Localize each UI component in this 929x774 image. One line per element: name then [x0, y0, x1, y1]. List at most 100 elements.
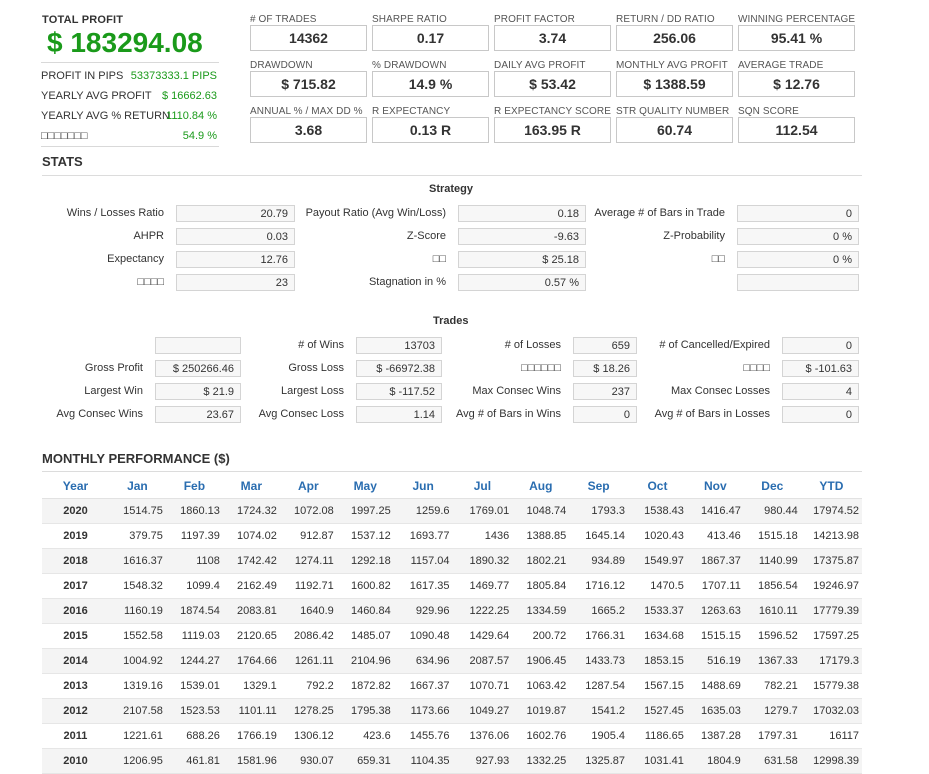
value-cell: 1523.53 [165, 698, 223, 724]
summary-divider [41, 146, 219, 147]
trade-label: Avg Consec Loss [258, 408, 344, 420]
value-cell: 1173.66 [393, 698, 453, 724]
value-cell: 1764.66 [222, 648, 280, 674]
value-cell: 634.96 [393, 648, 453, 674]
column-header: Year [42, 474, 109, 499]
metric-trades: # OF TRADES 14362 [250, 14, 367, 60]
table-row: 2019 379.75 1197.39 1074.02 912.87 1537.12 169… [42, 523, 862, 549]
value-cell: 1539.01 [165, 673, 223, 699]
metric-value: 14362 [250, 25, 367, 51]
trade-label: Largest Loss [281, 385, 344, 397]
value-cell: 1640.9 [279, 598, 337, 624]
stat-label: Payout Ratio (Avg Win/Loss) [305, 207, 446, 219]
value-cell: 1244.27 [165, 648, 223, 674]
trade-label: □□□□ [743, 362, 770, 374]
trade-value: 659 [573, 337, 637, 354]
value-cell: 1515.18 [743, 523, 801, 549]
metric-str-quality-number: STR QUALITY NUMBER 60.74 [616, 106, 733, 152]
value-cell: 934.89 [569, 548, 629, 574]
stat-value: 0.03 [176, 228, 295, 245]
summary-row-value: 1110.84 % [166, 110, 217, 122]
value-cell: 1416.47 [686, 498, 744, 524]
trade-label: Avg Consec Wins [56, 408, 143, 420]
value-cell: 1460.84 [336, 598, 394, 624]
column-header: Feb [165, 474, 223, 499]
year-cell: 2012 [42, 698, 109, 724]
value-cell: 1263.63 [686, 598, 744, 624]
value-cell: 200.72 [512, 623, 570, 649]
metric-percent-drawdown: % DRAWDOWN 14.9 % [372, 60, 489, 106]
stat-label: □□□□ [137, 276, 164, 288]
value-cell: 1856.54 [743, 573, 801, 599]
summary-row-yearly-avg-return: YEARLY AVG % RETURN 1110.84 % [41, 108, 217, 124]
value-cell: 1665.2 [569, 598, 629, 624]
value-cell: 1549.97 [628, 548, 687, 574]
value-cell: 1048.74 [512, 498, 570, 524]
table-row: 2010 1206.95 461.81 1581.96 930.07 659.31 1104… [42, 748, 862, 774]
value-cell: 1279.7 [743, 698, 801, 724]
metric-label: DRAWDOWN [250, 60, 313, 71]
year-cell: 2014 [42, 648, 109, 674]
table-row: 2011 1221.61 688.26 1766.19 1306.12 423.6 1455… [42, 723, 862, 749]
value-cell: 1104.35 [393, 748, 453, 774]
metric-label: ANNUAL % / MAX DD % [250, 106, 363, 117]
value-cell: 1334.59 [512, 598, 570, 624]
value-cell: 1867.37 [686, 548, 744, 574]
trade-label: Gross Loss [288, 362, 344, 374]
value-cell: 19246.97 [800, 573, 862, 599]
summary-row-value: $ 16662.63 [161, 90, 217, 102]
trade-label: # of Cancelled/Expired [659, 339, 770, 351]
value-cell: 1020.43 [628, 523, 687, 549]
trade-value: 0 [573, 406, 637, 423]
value-cell: 15779.38 [800, 673, 862, 699]
stat-label: □□ [432, 253, 446, 265]
value-cell: 792.2 [279, 673, 337, 699]
trade-value: 13703 [356, 337, 442, 354]
metric-value: $ 1388.59 [616, 71, 733, 97]
value-cell: 1004.92 [108, 648, 166, 674]
value-cell: 1119.03 [165, 623, 223, 649]
metric-value: $ 53.42 [494, 71, 611, 97]
value-cell: 980.44 [743, 498, 801, 524]
year-cell: 2016 [42, 598, 109, 624]
column-header: Mar [222, 474, 280, 499]
trade-value: 0 [782, 337, 859, 354]
value-cell: 1329.1 [222, 673, 280, 699]
value-cell: 930.07 [279, 748, 337, 774]
value-cell: 1376.06 [452, 723, 513, 749]
value-cell: 1387.28 [686, 723, 744, 749]
metric-label: SHARPE RATIO [372, 14, 447, 25]
value-cell: 1436 [452, 523, 513, 549]
value-cell: 1552.58 [108, 623, 166, 649]
value-cell: 16117 [800, 723, 862, 749]
trade-label: Avg # of Bars in Losses [654, 408, 770, 420]
stat-label: Wins / Losses Ratio [66, 207, 164, 219]
value-cell: 1192.71 [279, 573, 337, 599]
summary-row-value: 54.9 % [182, 130, 217, 142]
value-cell: 1261.11 [279, 648, 337, 674]
metric-value: 14.9 % [372, 71, 489, 97]
trade-label: Avg # of Bars in Wins [456, 408, 561, 420]
value-cell: 17375.87 [800, 548, 862, 574]
monthly-section-title: MONTHLY PERFORMANCE ($) [42, 451, 230, 466]
metric-value: 0.13 R [372, 117, 489, 143]
value-cell: 1433.73 [569, 648, 629, 674]
value-cell: 1070.71 [452, 673, 513, 699]
value-cell: 1997.25 [336, 498, 394, 524]
value-cell: 1610.11 [743, 598, 801, 624]
trade-value: $ -101.63 [782, 360, 859, 377]
stat-value: 0.18 [458, 205, 586, 222]
year-cell: 2010 [42, 748, 109, 774]
value-cell: 927.93 [452, 748, 513, 774]
value-cell: 1537.12 [336, 523, 394, 549]
column-header: YTD [800, 474, 862, 499]
metric-label: DAILY AVG PROFIT [494, 60, 586, 71]
trade-value [155, 337, 241, 354]
value-cell: 2083.81 [222, 598, 280, 624]
value-cell: 1905.4 [569, 723, 629, 749]
metric-label: R EXPECTANCY SCORE [494, 106, 612, 117]
value-cell: 1541.2 [569, 698, 629, 724]
metric-label: RETURN / DD RATIO [616, 14, 715, 25]
value-cell: 1222.25 [452, 598, 513, 624]
value-cell: 1186.65 [628, 723, 687, 749]
